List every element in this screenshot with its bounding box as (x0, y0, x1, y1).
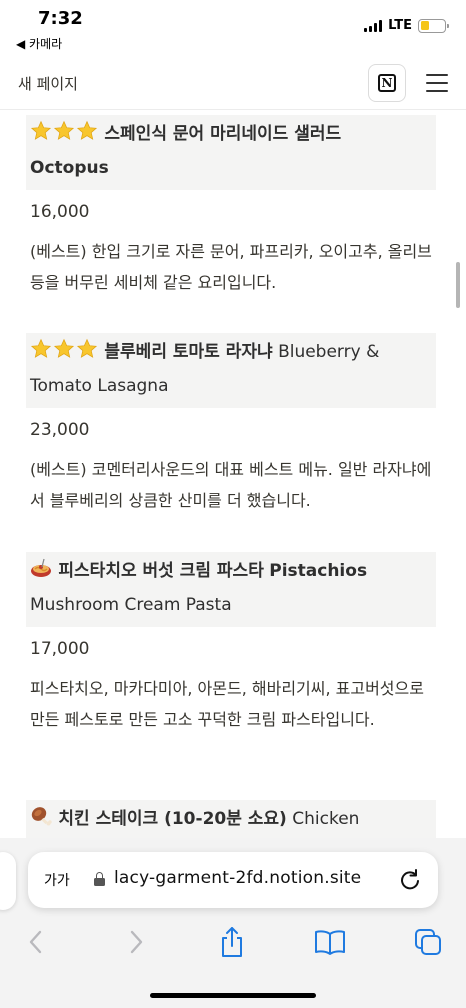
signal-icon (364, 19, 383, 32)
back-to-camera-link[interactable]: ◀ 카메라 (16, 35, 62, 52)
menu-item-lasagna: 블루베리 토마토 라자냐 Blueberry & Tomato Lasagna … (26, 333, 436, 516)
star-icon (30, 120, 52, 153)
menu-item-pasta: 피스타치오 버섯 크림 파스타 Pistachios Mushroom Crea… (26, 552, 436, 735)
three-stars-icon (30, 120, 99, 144)
hamburger-menu-icon[interactable] (424, 71, 450, 95)
menu-item-octopus: 스페인식 문어 마리네이드 샐러드 Octopus 16,000 (베스트) 한… (26, 115, 436, 298)
reload-icon[interactable] (396, 866, 424, 894)
star-icon (53, 338, 75, 371)
notion-header: 새 페이지 N (0, 56, 466, 110)
item-title-korean: 피스타치오 버섯 크림 파스타 (58, 561, 264, 581)
forward-arrow-icon[interactable] (116, 922, 156, 962)
url-text[interactable]: lacy-garment-2fd.notion.site (114, 868, 361, 888)
three-stars-icon (30, 338, 99, 362)
address-bar[interactable]: 가가 lacy-garment-2fd.notion.site (28, 852, 438, 908)
chicken-leg-icon (30, 805, 52, 838)
item-title-korean: 치킨 스테이크 (10-20분 소요) (58, 809, 287, 829)
status-indicators: LTE (364, 18, 449, 33)
tabs-icon[interactable] (408, 922, 448, 962)
item-title: 스페인식 문어 마리네이드 샐러드 Octopus (26, 115, 436, 190)
notion-logo-button[interactable]: N (368, 64, 406, 102)
notion-logo-icon: N (378, 74, 396, 92)
battery-icon (418, 18, 449, 33)
share-icon[interactable] (212, 922, 252, 962)
star-icon (76, 120, 98, 153)
page-settings-button[interactable]: 가가 (44, 870, 70, 890)
browser-toolbar (0, 922, 466, 972)
item-title: 피스타치오 버섯 크림 파스타 Pistachios Mushroom Crea… (26, 552, 436, 627)
item-description: (베스트) 한입 크기로 자른 문어, 파프리카, 오이고추, 올리브 등을 버… (30, 242, 432, 292)
browser-bottom-bar: 가가 lacy-garment-2fd.notion.site (0, 838, 466, 1008)
item-description: 피스타치오, 마카다미아, 아몬드, 해바리기씨, 표고버섯으로 만든 페스토로… (30, 679, 424, 729)
scroll-indicator[interactable] (456, 262, 460, 308)
item-title-english: Octopus (30, 158, 109, 178)
network-label: LTE (388, 18, 412, 33)
lock-icon (94, 872, 105, 886)
star-icon (30, 338, 52, 371)
previous-tab-peek[interactable] (0, 852, 16, 910)
item-title-english: Mushroom Cream Pasta (30, 595, 232, 615)
status-bar: 7:32 ◀ 카메라 LTE (0, 0, 466, 56)
item-title: 블루베리 토마토 라자냐 Blueberry & Tomato Lasagna (26, 333, 436, 408)
bookmarks-icon[interactable] (310, 922, 350, 962)
item-price: 16,000 (30, 202, 90, 222)
star-icon (76, 338, 98, 371)
pasta-icon (30, 557, 52, 590)
page-content: 스페인식 문어 마리네이드 샐러드 Octopus 16,000 (베스트) 한… (0, 110, 466, 850)
back-arrow-icon[interactable] (16, 922, 56, 962)
item-price: 17,000 (30, 639, 90, 659)
item-title-korean: 스페인식 문어 마리네이드 샐러드 (104, 124, 342, 144)
item-title-english: Chicken (292, 809, 360, 829)
star-icon (53, 120, 75, 153)
item-title-english-bold: Pistachios (269, 561, 368, 581)
home-indicator[interactable] (150, 993, 316, 998)
item-title-korean: 블루베리 토마토 라자냐 (104, 342, 273, 362)
item-price: 23,000 (30, 420, 90, 440)
status-time: 7:32 (38, 8, 83, 29)
page-title: 새 페이지 (18, 75, 78, 93)
item-description: (베스트) 코멘터리사운드의 대표 베스트 메뉴. 일반 라자냐에서 블루베리의… (30, 460, 432, 510)
